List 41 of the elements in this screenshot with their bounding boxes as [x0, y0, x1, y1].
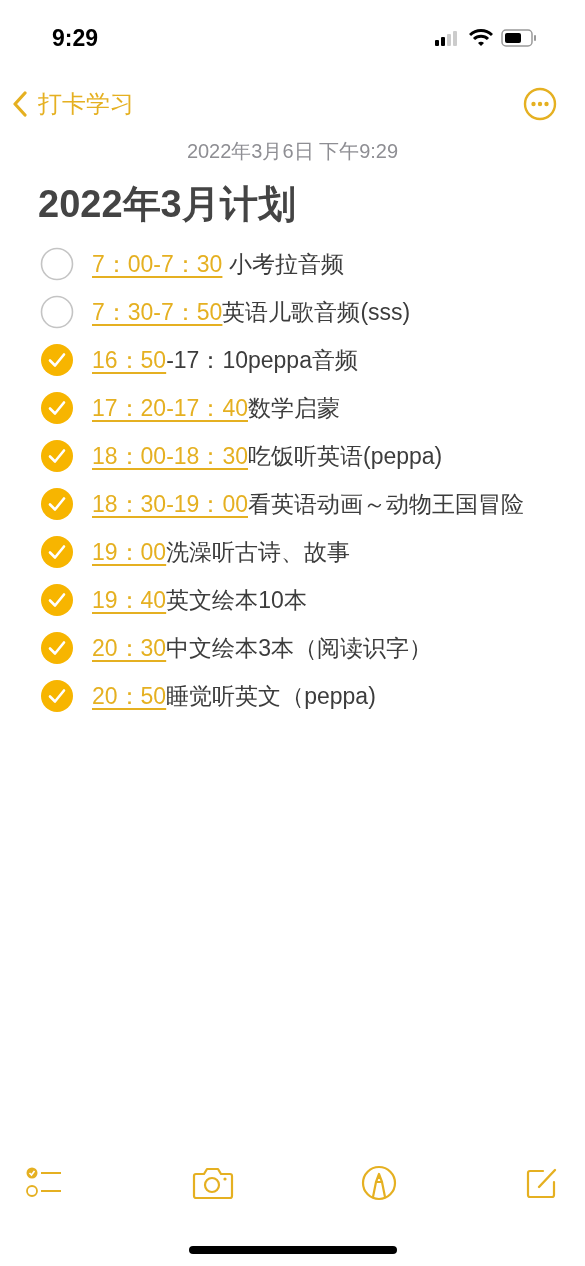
checkbox-circle-icon[interactable] — [40, 247, 74, 281]
status-time: 9:29 — [52, 24, 99, 52]
time-link[interactable]: 16：50 — [92, 347, 167, 373]
item-text: 英文绘本10本 — [166, 587, 307, 613]
checked-circle-icon[interactable] — [40, 487, 74, 521]
time-link[interactable]: 17：20-17：40 — [92, 395, 248, 421]
time-link[interactable]: 20：50 — [92, 683, 167, 709]
wifi-icon — [469, 29, 493, 47]
item-text: 洗澡听古诗、故事 — [166, 539, 351, 565]
markup-pen-icon[interactable] — [361, 1165, 398, 1201]
item-text: 中文绘本3本（阅读识字） — [166, 635, 432, 661]
item-text: 看英语动画～动物王国冒险 — [248, 491, 524, 517]
item-text: 英语儿歌音频(sss) — [222, 299, 411, 325]
item-text: 吃饭听英语(peppa) — [248, 443, 443, 469]
time-link[interactable]: 19：00 — [92, 539, 167, 565]
back-button[interactable]: 打卡学习 — [12, 88, 134, 120]
checked-circle-icon[interactable] — [40, 535, 74, 569]
checked-circle-icon[interactable] — [40, 679, 74, 713]
camera-icon[interactable] — [191, 1166, 234, 1200]
checked-circle-icon[interactable] — [40, 343, 74, 377]
checked-circle-icon[interactable] — [40, 439, 74, 473]
item-text: 小考拉音频 — [227, 251, 344, 277]
note-date: 2022年3月6日 下午9:29 — [185, 139, 400, 164]
chevron-left-icon — [12, 91, 28, 117]
more-icon[interactable] — [523, 87, 557, 121]
item-text: 睡觉听英文（peppa) — [166, 683, 376, 709]
time-link[interactable]: 18：30-19：00 — [92, 491, 248, 517]
checked-circle-icon[interactable] — [40, 631, 74, 665]
note-title: 2022年3月计划 — [37, 182, 297, 227]
time-link[interactable]: 7：30-7：50 — [92, 299, 223, 325]
time-link[interactable]: 7：00-7：30 — [92, 251, 223, 277]
time-link[interactable]: 18：00-18：30 — [92, 443, 248, 469]
compose-icon[interactable] — [524, 1166, 559, 1200]
checkbox-circle-icon[interactable] — [40, 295, 74, 329]
checked-circle-icon[interactable] — [40, 391, 74, 425]
battery-icon — [501, 29, 537, 47]
checked-circle-icon[interactable] — [40, 583, 74, 617]
item-text: 数学启蒙 — [248, 395, 340, 421]
time-link[interactable]: 19：40 — [92, 587, 167, 613]
item-text: -17：10peppa音频 — [166, 347, 358, 373]
time-link[interactable]: 20：30 — [92, 635, 167, 661]
